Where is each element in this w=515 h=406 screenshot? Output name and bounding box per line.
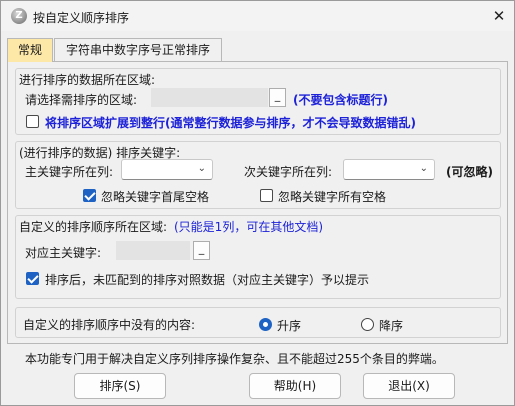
radio-descending[interactable]: [361, 318, 374, 331]
sort-range-input[interactable]: [151, 88, 268, 107]
notify-unmatched-checkbox[interactable]: [26, 272, 39, 285]
chevron-down-icon: ⌄: [419, 163, 428, 174]
ignore-all-spaces-checkbox[interactable]: [260, 189, 273, 202]
radio-ascending[interactable]: [259, 318, 272, 331]
custom-key-input[interactable]: [116, 241, 190, 260]
range-hint: (不要包含标题行): [293, 93, 388, 107]
footer-note: 本功能专门用于解决自定义序列排序操作复杂、且不能超过255个条目的弊端。: [25, 352, 444, 366]
custom-key-pick-button[interactable]: _: [193, 241, 210, 260]
chevron-down-icon: ⌄: [197, 163, 206, 174]
tab-panel-general: 进行排序的数据所在区域: 请选择需排序的区域: _ (不要包含标题行) 将排序区…: [7, 61, 508, 344]
expand-rows-label: 将排序区域扩展到整行(通常整行数据参与排序，才不会导致数据错乱): [45, 116, 416, 130]
custom-order-hint: (只能是1列，可在其他文档): [174, 220, 323, 234]
help-button[interactable]: 帮助(H): [249, 373, 341, 399]
custom-key-label: 对应主关键字:: [25, 246, 102, 260]
ignore-edge-spaces-checkbox[interactable]: [83, 189, 96, 202]
secondary-key-select[interactable]: ⌄: [343, 159, 435, 180]
ignore-all-spaces-label: 忽略关键字所有空格: [278, 190, 387, 204]
sort-button[interactable]: 排序(S): [74, 373, 166, 399]
data-area-title: 进行排序的数据所在区域:: [19, 73, 156, 87]
missing-content-label: 自定义的排序顺序中没有的内容:: [23, 318, 196, 332]
range-prompt-label: 请选择需排序的区域:: [25, 93, 138, 107]
tab-numeric-sort[interactable]: 字符串中数字序号正常排序: [54, 38, 222, 62]
custom-order-title: 自定义的排序顺序所在区域:: [19, 220, 168, 234]
descending-label: 降序: [379, 319, 404, 333]
ignore-edge-spaces-label: 忽略关键字首尾空格: [101, 190, 210, 204]
window-title: 按自定义顺序排序: [33, 11, 130, 25]
dialog-window: Z 按自定义顺序排序 ✕ 常规 字符串中数字序号正常排序 进行排序的数据所在区域…: [0, 0, 515, 406]
close-icon[interactable]: ✕: [487, 5, 511, 27]
secondary-key-hint: (可忽略): [446, 165, 493, 179]
app-logo-icon: Z: [11, 8, 27, 24]
primary-key-label: 主关键字所在列:: [25, 165, 114, 179]
notify-unmatched-label: 排序后，未匹配到的排序对照数据（对应主关键字）予以提示: [45, 273, 370, 287]
primary-key-select[interactable]: ⌄: [121, 159, 213, 180]
title-bar: Z 按自定义顺序排序 ✕: [1, 1, 514, 31]
secondary-key-label: 次关键字所在列:: [244, 165, 333, 179]
exit-button[interactable]: 退出(X): [363, 373, 455, 399]
expand-rows-checkbox[interactable]: [26, 115, 39, 128]
tab-general[interactable]: 常规: [7, 38, 53, 62]
ascending-label: 升序: [277, 319, 302, 333]
sort-range-pick-button[interactable]: _: [269, 88, 286, 107]
